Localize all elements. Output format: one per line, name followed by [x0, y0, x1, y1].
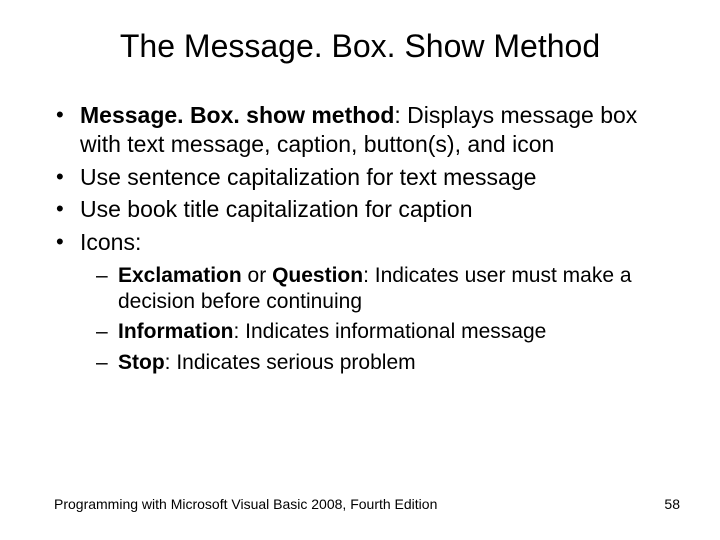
- bullet-text: Use sentence capitalization for text mes…: [80, 164, 536, 190]
- list-item: Use sentence capitalization for text mes…: [54, 163, 666, 192]
- sub-bold: Information: [118, 320, 234, 343]
- page-number: 58: [664, 496, 680, 512]
- sub-text: : Indicates serious problem: [165, 351, 416, 374]
- main-list: Message. Box. show method: Displays mess…: [54, 101, 666, 257]
- list-item: Information: Indicates informational mes…: [96, 319, 666, 345]
- sub-mid: or: [242, 264, 272, 287]
- list-item: Icons:: [54, 228, 666, 257]
- list-item: Message. Box. show method: Displays mess…: [54, 101, 666, 159]
- list-item: Exclamation or Question: Indicates user …: [96, 263, 666, 316]
- slide-title: The Message. Box. Show Method: [54, 28, 666, 65]
- footer-text: Programming with Microsoft Visual Basic …: [54, 496, 437, 512]
- slide: The Message. Box. Show Method Message. B…: [0, 0, 720, 540]
- sub-list: Exclamation or Question: Indicates user …: [96, 263, 666, 376]
- sub-bold: Exclamation: [118, 264, 242, 287]
- list-item: Stop: Indicates serious problem: [96, 350, 666, 376]
- bullet-text: Use book title capitalization for captio…: [80, 196, 473, 222]
- bullet-bold: Message. Box. show method: [80, 102, 394, 128]
- sub-bold: Stop: [118, 351, 165, 374]
- list-item: Use book title capitalization for captio…: [54, 195, 666, 224]
- bullet-text: Icons:: [80, 229, 141, 255]
- sub-bold2: Question: [272, 264, 363, 287]
- sub-text: : Indicates informational message: [234, 320, 547, 343]
